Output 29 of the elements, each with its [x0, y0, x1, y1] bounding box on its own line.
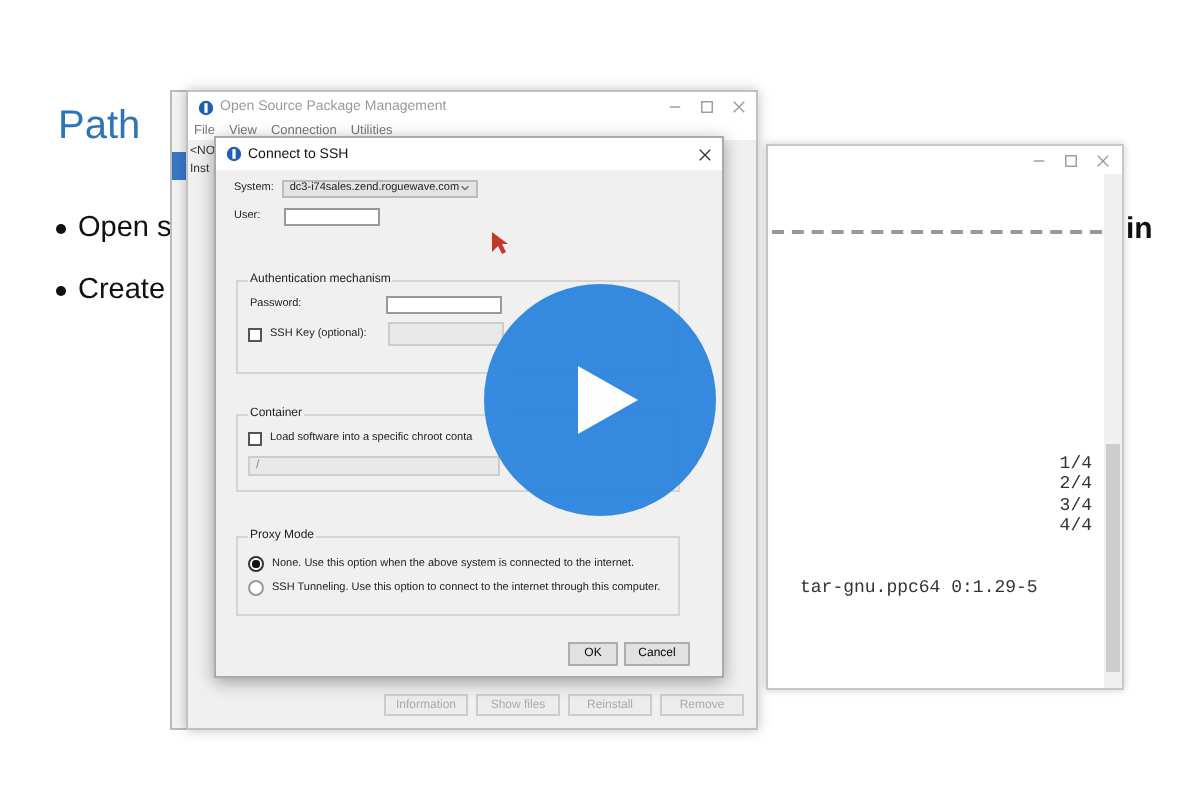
progress-line: 3/4 — [1059, 495, 1092, 516]
checkbox[interactable] — [248, 431, 262, 445]
progress-line: 1/4 — [1059, 454, 1092, 475]
close-icon[interactable] — [698, 147, 712, 161]
bullet-icon — [56, 223, 66, 233]
app-logo-icon — [226, 146, 242, 162]
progress-line: 4/4 — [1059, 515, 1092, 537]
maximize-icon[interactable] — [1064, 154, 1078, 168]
progress-line: 2/4 — [1059, 474, 1092, 496]
scrollbar[interactable] — [1104, 174, 1122, 688]
play-icon — [578, 366, 638, 434]
key-file-field[interactable] — [388, 322, 504, 346]
maximize-icon[interactable] — [700, 100, 714, 114]
bullet-text: Open s — [78, 212, 172, 244]
app-logo-icon — [198, 99, 214, 115]
minimize-icon[interactable] — [1032, 154, 1046, 168]
radio-button[interactable] — [248, 556, 264, 572]
cursor-icon — [492, 232, 508, 254]
bullet-text: in — [1126, 212, 1153, 246]
password-field[interactable] — [386, 295, 502, 313]
user-field[interactable] — [284, 207, 380, 225]
caret-icon — [459, 184, 470, 192]
bullet-icon — [56, 285, 66, 295]
slide-title: Path — [58, 104, 141, 150]
checkbox[interactable] — [248, 327, 262, 341]
bullet-text: Create — [78, 274, 166, 306]
radio-button[interactable] — [248, 580, 264, 596]
package-line: tar-gnu.ppc64 0:1.29-5 — [800, 578, 1038, 599]
minimize-icon[interactable] — [668, 100, 682, 114]
